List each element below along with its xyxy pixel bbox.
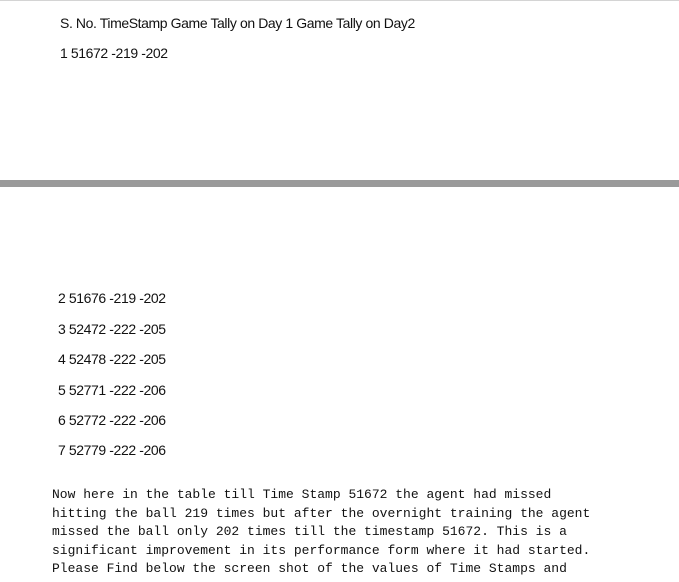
table-row: 6 52772 -222 -206 [58,412,166,428]
table-row: 7 52779 -222 -206 [58,442,166,458]
document-page-2: 2 51676 -219 -202 3 52472 -222 -205 4 52… [0,187,679,582]
table-header: S. No. TimeStamp Game Tally on Day 1 Gam… [60,15,415,31]
table-row: 4 52478 -222 -205 [58,351,166,367]
paragraph-line: significant improvement in its performan… [52,542,591,558]
document-page-1: S. No. TimeStamp Game Tally on Day 1 Gam… [0,0,679,181]
body-paragraph: Now here in the table till Time Stamp 51… [52,486,652,579]
page-separator [0,180,679,187]
paragraph-line: missed the ball only 202 times till the … [52,524,567,539]
paragraph-line: Now here in the table till Time Stamp 51… [52,487,552,502]
table-row: 1 51672 -219 -202 [60,45,168,61]
table-row: 3 52472 -222 -205 [58,321,166,337]
table-row: 5 52771 -222 -206 [58,382,166,398]
paragraph-line: hitting the ball 219 times but after the… [52,505,591,521]
table-row: 2 51676 -219 -202 [58,290,166,306]
paragraph-line: Please Find below the screen shot of the… [52,561,567,576]
